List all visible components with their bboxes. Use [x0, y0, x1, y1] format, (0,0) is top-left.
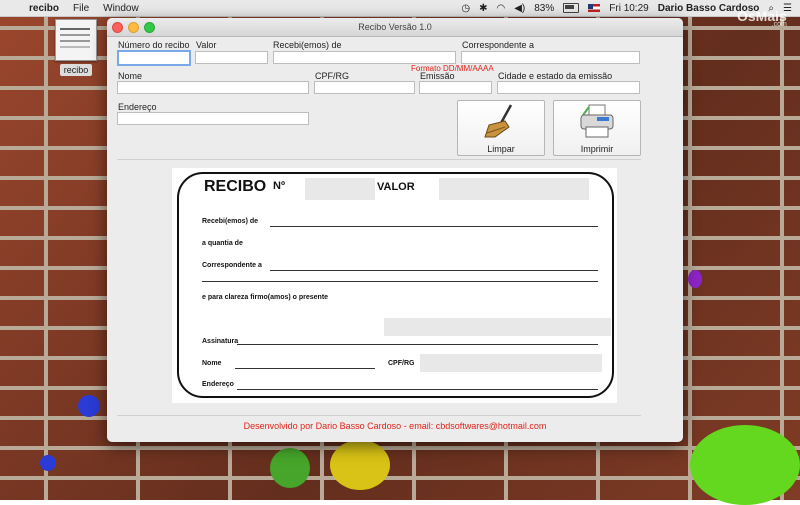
- receipt-nome-line: [235, 368, 375, 369]
- cpf-label: CPF/RG: [315, 71, 350, 81]
- receipt-assinatura-label: Assinatura: [202, 338, 239, 345]
- desktop-file-label: recibo: [59, 64, 93, 76]
- printer-icon: [580, 104, 614, 138]
- receipt-assinatura-line: [237, 344, 598, 345]
- receipt-numero-box: [305, 178, 375, 200]
- broom-icon: [484, 104, 513, 138]
- receipt-cidade-box: [384, 318, 611, 336]
- window-title: Recibo Versão 1.0: [358, 22, 432, 32]
- menu-app-name[interactable]: recibo: [22, 3, 66, 14]
- paint-splat-blue: [78, 395, 100, 417]
- receipt-nome-label: Nome: [202, 360, 222, 367]
- zoom-window-button[interactable]: [144, 22, 155, 33]
- developer-footer: Desenvolvido por Dario Basso Cardoso - e…: [243, 421, 547, 431]
- paint-splat-lime: [690, 425, 800, 505]
- close-window-button[interactable]: [112, 22, 123, 33]
- cpf-input[interactable]: [314, 81, 415, 94]
- receipt-correspondente-label: Correspondente a: [202, 262, 262, 269]
- receipt-clareza-text: e para clareza firmo(amos) o presente: [202, 294, 329, 301]
- emissao-label: Emissão: [420, 71, 455, 81]
- wifi-icon[interactable]: ◠: [496, 3, 505, 14]
- desktop-file-icon[interactable]: recibo: [55, 19, 97, 77]
- emissao-input[interactable]: [419, 81, 492, 94]
- window-titlebar[interactable]: Recibo Versão 1.0: [107, 18, 683, 37]
- nome-label: Nome: [118, 71, 143, 81]
- minimize-window-button[interactable]: [128, 22, 139, 33]
- traffic-lights: [112, 22, 155, 33]
- receipt-extra-line: [202, 281, 598, 282]
- imprimir-label: Imprimir: [580, 144, 614, 154]
- nome-input[interactable]: [117, 81, 309, 94]
- imprimir-button[interactable]: Imprimir: [553, 100, 641, 156]
- receipt-valor-label: VALOR: [377, 181, 415, 193]
- paint-splat-purple: [688, 270, 702, 288]
- receipt-quantia-label: a quantia de: [202, 240, 243, 247]
- limpar-button[interactable]: Limpar: [457, 100, 545, 156]
- volume-icon[interactable]: ◀): [514, 3, 525, 14]
- receipt-cpf-box: [420, 354, 602, 372]
- receipt-valor-box: [439, 178, 589, 200]
- receipt-cpf-label: CPF/RG: [388, 360, 415, 367]
- battery-icon[interactable]: [563, 3, 580, 13]
- cidade-input[interactable]: [497, 81, 640, 94]
- endereco-label: Endereço: [118, 102, 157, 112]
- receipt-recebi-line: [270, 226, 598, 227]
- menubar-clock[interactable]: Fri 10:29: [609, 3, 648, 14]
- cidade-label: Cidade e estado da emissão: [498, 71, 613, 81]
- menubar: recibo File Window ◷ ✱ ◠ ◀) 83% Fri 10:2…: [0, 0, 800, 17]
- limpar-label: Limpar: [487, 144, 515, 154]
- valor-label: Valor: [196, 40, 217, 50]
- time-machine-icon[interactable]: ◷: [461, 3, 470, 14]
- receipt-correspondente-line: [270, 270, 598, 271]
- recebi-label: Recebi(emos) de: [273, 40, 342, 50]
- correspondente-label: Correspondente a: [462, 40, 535, 50]
- bluetooth-icon[interactable]: ✱: [479, 3, 487, 14]
- receipt-endereco-label: Endereço: [202, 381, 234, 388]
- correspondente-input[interactable]: [461, 51, 640, 64]
- recebi-input[interactable]: [273, 51, 456, 64]
- menu-window[interactable]: Window: [96, 3, 146, 14]
- valor-input[interactable]: [195, 51, 268, 64]
- battery-percent[interactable]: 83%: [534, 3, 554, 14]
- receipt-numero-mark: Nº: [273, 180, 285, 192]
- receipt-endereco-line: [237, 389, 598, 390]
- receipt-recebi-label: Recebi(emos) de: [202, 218, 259, 225]
- input-source-flag-icon[interactable]: [588, 4, 601, 12]
- recibo-window: Recibo Versão 1.0 Número do recibo Valor…: [107, 18, 683, 442]
- numero-input[interactable]: [117, 50, 191, 66]
- paint-splat-blue-small: [40, 455, 56, 471]
- numero-label: Número do recibo: [118, 40, 190, 50]
- paint-splat-green: [270, 448, 310, 488]
- bottom-separator: [117, 415, 641, 416]
- top-separator: [117, 159, 641, 160]
- watermark: OsMais .com: [737, 8, 787, 28]
- paint-splat-yellow: [330, 440, 390, 490]
- menu-file[interactable]: File: [66, 3, 96, 14]
- receipt-title: RECIBO: [204, 178, 267, 195]
- endereco-input[interactable]: [117, 112, 309, 125]
- document-thumbnail-icon: [55, 19, 97, 61]
